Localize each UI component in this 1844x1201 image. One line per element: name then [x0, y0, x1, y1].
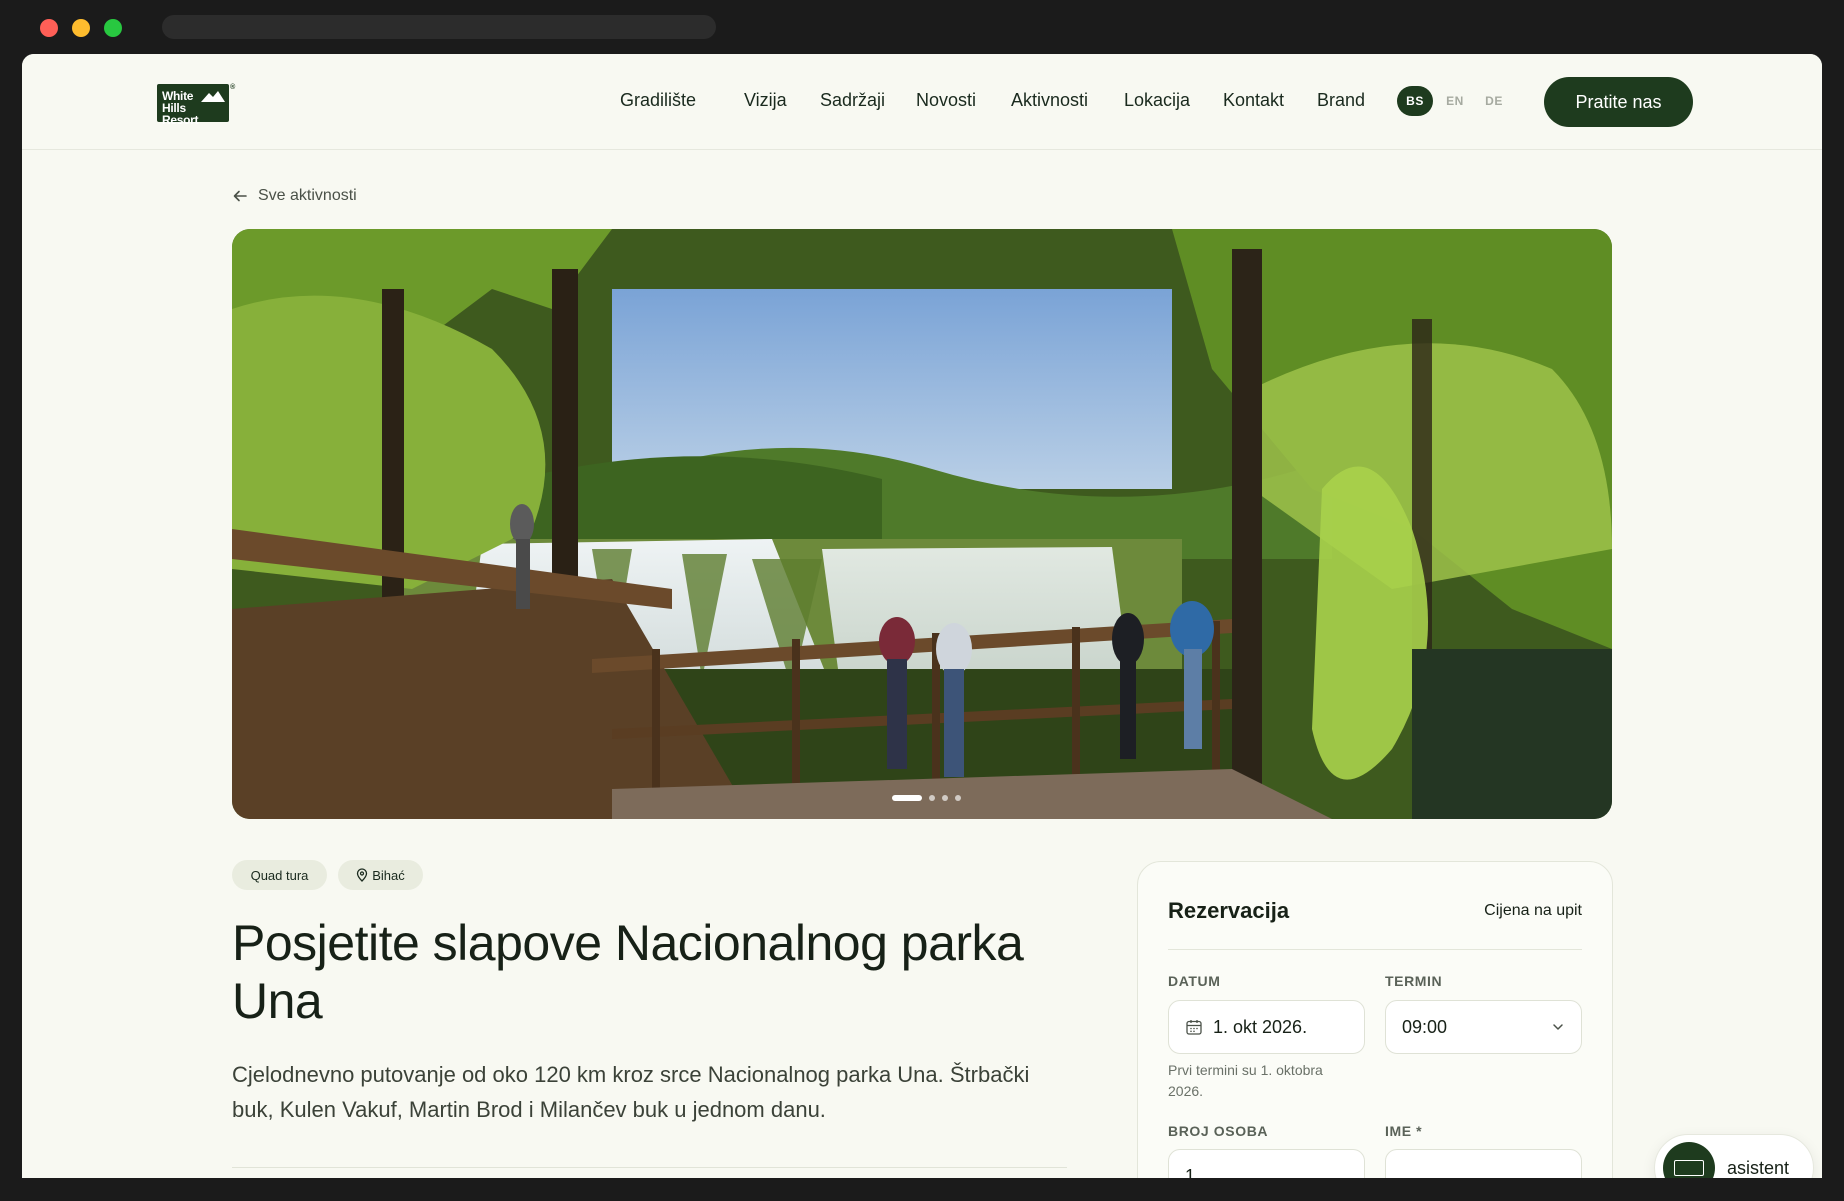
follow-us-button[interactable]: Pratite nas [1544, 77, 1693, 127]
carousel-indicators [892, 795, 961, 801]
name-label: IME * [1385, 1123, 1423, 1139]
logo-line-2: Hills Resort [162, 101, 199, 127]
time-value: 09:00 [1402, 1016, 1448, 1037]
calendar-icon [1185, 1018, 1203, 1036]
lang-de[interactable]: DE [1479, 86, 1509, 116]
price-label: Cijena na upit [1484, 902, 1582, 919]
carousel-dot-4[interactable] [955, 795, 961, 801]
divider [232, 1167, 1067, 1168]
assistant-chat-button[interactable]: asistent [1654, 1134, 1814, 1178]
maximize-window-button[interactable] [104, 19, 122, 37]
time-select[interactable]: 09:00 [1385, 1000, 1582, 1054]
carousel-dot-1[interactable] [892, 795, 922, 801]
date-hint: Prvi termini su 1. oktobra 2026. [1168, 1062, 1323, 1099]
mountain-icon [201, 91, 225, 102]
location-tag-label: Bihać [372, 867, 405, 883]
close-window-button[interactable] [40, 19, 58, 37]
waterfall-photo [232, 229, 1612, 819]
logo-registered-mark: ® [230, 84, 235, 91]
hero-image-carousel[interactable] [232, 229, 1612, 819]
arrow-left-icon [233, 190, 247, 202]
time-label: TERMIN [1385, 973, 1443, 989]
minimize-window-button[interactable] [72, 19, 90, 37]
carousel-dot-3[interactable] [942, 795, 948, 801]
back-link-label: Sve aktivnosti [258, 187, 357, 204]
category-tag: Quad tura [232, 860, 327, 890]
map-pin-icon [357, 868, 368, 882]
browser-chrome [0, 0, 1844, 54]
back-to-activities-link[interactable]: Sve aktivnosti [232, 187, 357, 205]
date-field[interactable]: 1. okt 2026. [1168, 1000, 1365, 1054]
assistant-avatar [1663, 1142, 1715, 1178]
page: White Hills Resort ® Gradilište Vizija S… [22, 54, 1822, 1178]
booking-divider [1168, 949, 1582, 950]
people-value: 1 [1185, 1166, 1196, 1178]
booking-card: Rezervacija Cijena na upit DATUM 1. okt … [1137, 861, 1613, 1178]
name-input[interactable] [1385, 1149, 1582, 1178]
nav-novosti[interactable]: Novosti [916, 90, 976, 111]
lang-en[interactable]: EN [1440, 86, 1470, 116]
people-input[interactable]: 1 [1168, 1149, 1365, 1178]
people-label: BROJ OSOBA [1168, 1123, 1269, 1139]
nav-vizija[interactable]: Vizija [744, 90, 787, 111]
booking-title: Rezervacija [1168, 898, 1290, 923]
page-title: Posjetite slapove Nacionalnog parka Una [232, 915, 1024, 1029]
date-label: DATUM [1168, 973, 1221, 989]
activity-description: Cjelodnevno putovanje od oko 120 km kroz… [232, 1062, 1030, 1122]
address-bar[interactable] [162, 15, 716, 39]
lang-bs[interactable]: BS [1397, 86, 1433, 116]
carousel-dot-2[interactable] [929, 795, 935, 801]
assistant-label: asistent [1727, 1157, 1790, 1178]
location-tag: Bihać [338, 860, 423, 890]
nav-kontakt[interactable]: Kontakt [1223, 90, 1284, 111]
date-value: 1. okt 2026. [1213, 1016, 1308, 1037]
nav-lokacija[interactable]: Lokacija [1124, 90, 1190, 111]
chevron-down-icon [1551, 1020, 1565, 1034]
nav-aktivnosti[interactable]: Aktivnosti [1011, 90, 1088, 111]
brand-logo[interactable]: White Hills Resort ® [157, 84, 235, 126]
nav-sadrzaji[interactable]: Sadržaji [820, 90, 885, 111]
site-header: White Hills Resort ® Gradilište Vizija S… [22, 54, 1822, 150]
nav-brand[interactable]: Brand [1317, 90, 1365, 111]
nav-gradiliste[interactable]: Gradilište [620, 90, 696, 111]
assistant-logo-icon [1674, 1160, 1704, 1176]
